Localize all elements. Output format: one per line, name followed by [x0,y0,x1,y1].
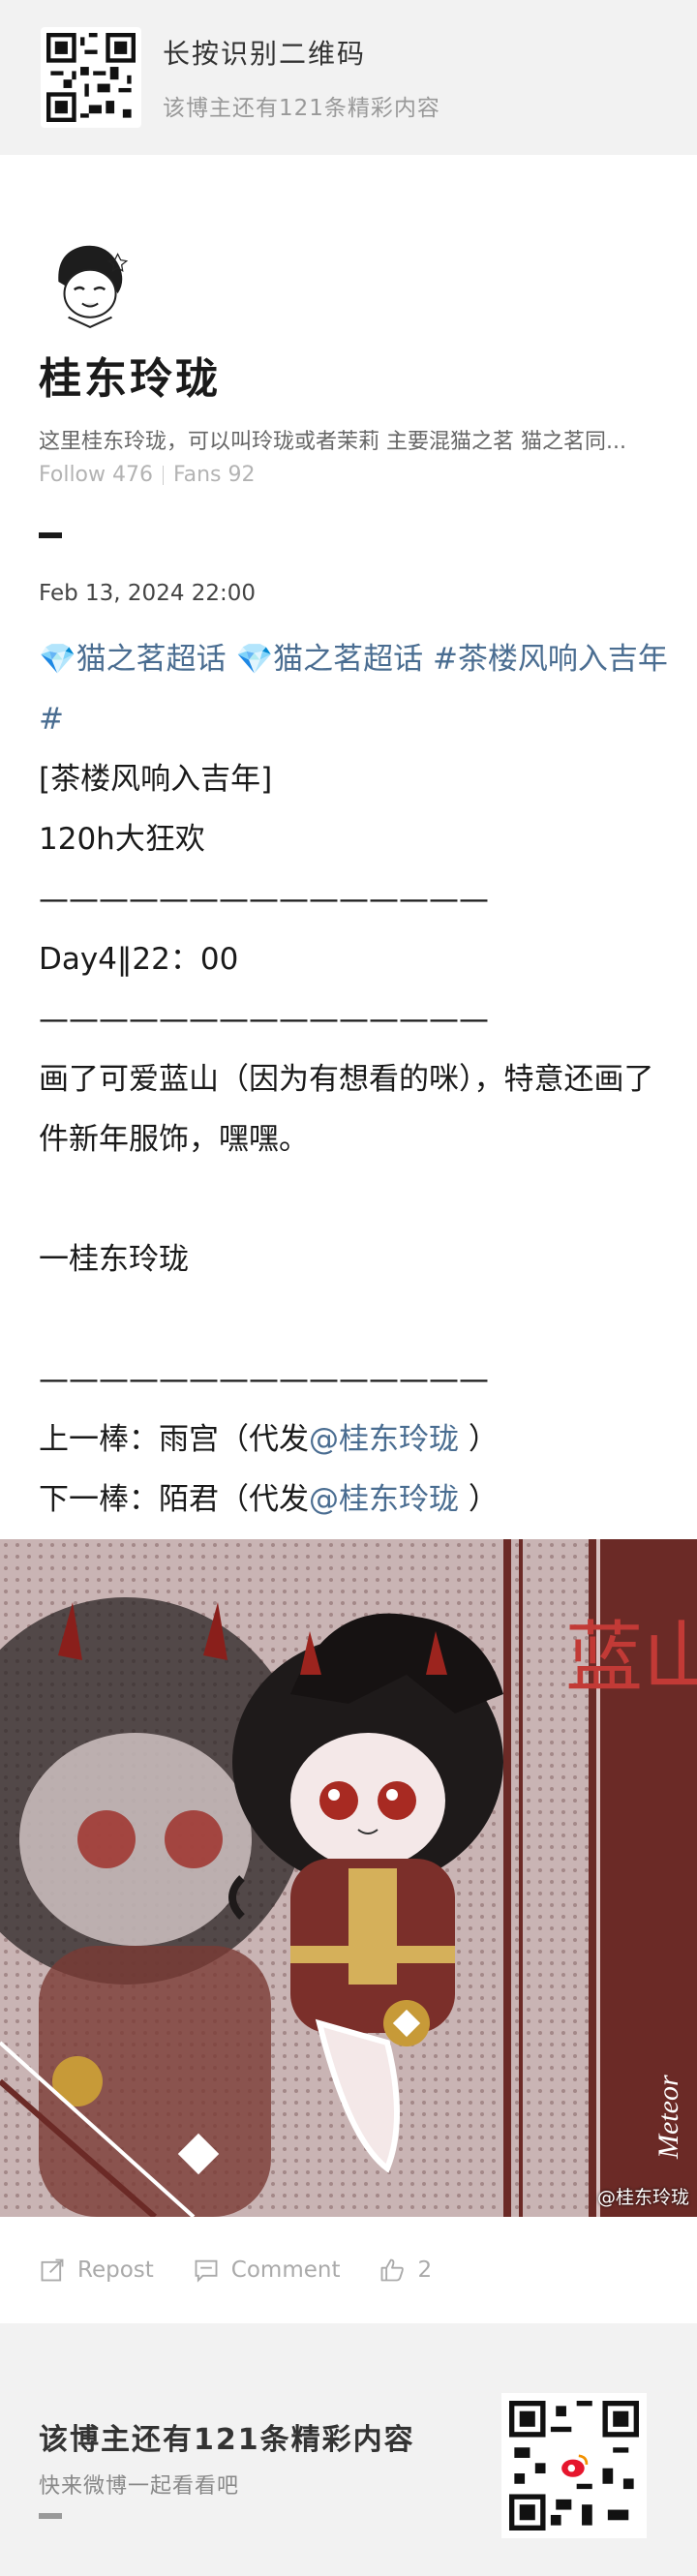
qr-icon [509,2401,639,2531]
relay-prev: 上一棒：雨宫（代发@桂东玲珑 ） [39,1409,668,1470]
post-line: ——————————————— [39,882,489,917]
bottom-title: 该博主还有121条精彩内容 [39,2423,415,2457]
post-line: 画了可爱蓝山（因为有想看的咪），特意还画了件新年服饰，嘿嘿。 [39,1062,654,1157]
repost-label: Repost [77,2258,154,2283]
post-date: Feb 13, 2024 22:00 [39,581,257,606]
post-tags-line: 💎猫之茗超话 💎猫之茗超话 #茶楼风响入吉年# [39,629,668,749]
artwork-signature: Meteor [652,2075,684,2160]
top-banner: 长按识别二维码 该博主还有121条精彩内容 [0,0,697,155]
comment-button[interactable]: Comment [193,2257,341,2284]
artwork-title: 蓝山 [565,1617,697,1702]
section-divider [39,532,62,538]
bottom-subtitle: 快来微博一起看看吧 [39,2474,240,2499]
banner-title: 长按识别二维码 [163,38,367,70]
topic-tag[interactable]: 💎猫之茗超话 [235,642,423,677]
repost-icon [41,2258,64,2282]
post-line: 一桂东玲珑 [39,1242,189,1277]
relay-prev-text: 上一棒：雨宫（代发 [39,1422,309,1457]
post-image[interactable]: 蓝山 Meteor @桂东玲珑 [0,1539,697,2217]
profile-name[interactable]: 桂东玲珑 [39,344,221,406]
post-line: 120h大狂欢 [39,822,205,857]
profile-stats: Follow 476 Fans 92 [39,463,256,487]
post-line: ——————————————— [39,1362,489,1397]
avatar[interactable] [39,232,137,331]
post-line [39,1169,668,1229]
bottom-banner: 该博主还有121条精彩内容 快来微博一起看看吧 [0,2323,697,2576]
qr-code-large[interactable] [501,2393,647,2538]
relay-next: 下一棒：陌君（代发@桂东玲珑 ） [39,1470,668,1530]
bottom-divider [39,2513,62,2519]
post-line: Day4‖22：00 [39,942,239,977]
fans-count[interactable]: Fans 92 [173,463,256,487]
qr-icon [46,33,136,122]
image-watermark: @桂东玲珑 [596,2187,689,2208]
post-body: 💎猫之茗超话 💎猫之茗超话 #茶楼风响入吉年# [茶楼风响入吉年] 120h大狂… [39,629,668,1530]
relay-prev-close: ） [468,1422,499,1457]
like-count: 2 [417,2258,433,2283]
topic-tag[interactable]: 💎猫之茗超话 [39,642,227,677]
relay-next-close: ） [468,1482,499,1517]
artwork-illustration: 蓝山 Meteor [0,1539,697,2217]
follow-count[interactable]: Follow 476 [39,463,153,487]
repost-button[interactable]: Repost [39,2257,154,2284]
action-bar: Repost Comment 2 [0,2217,697,2323]
thumbs-up-icon [381,2258,405,2282]
profile-bio: 这里桂东玲珑，可以叫玲珑或者茉莉 主要混猫之茗 猫之茗同... [39,430,626,454]
qr-code-small[interactable] [41,27,141,128]
mention-link[interactable]: @桂东玲珑 [309,1482,459,1517]
stat-divider [163,465,164,485]
comment-label: Comment [230,2258,341,2283]
post-line [39,1289,668,1349]
like-button[interactable]: 2 [379,2257,432,2284]
relay-next-text: 下一棒：陌君（代发 [39,1482,309,1517]
mention-link[interactable]: @桂东玲珑 [309,1422,459,1457]
post-line: ——————————————— [39,1002,489,1037]
banner-subtitle: 该博主还有121条精彩内容 [163,96,440,121]
post-line: [茶楼风响入吉年] [39,762,273,797]
post-card: 桂东玲珑 这里桂东玲珑，可以叫玲珑或者茉莉 主要混猫之茗 猫之茗同... Fol… [0,155,697,2323]
comment-icon [195,2259,218,2283]
